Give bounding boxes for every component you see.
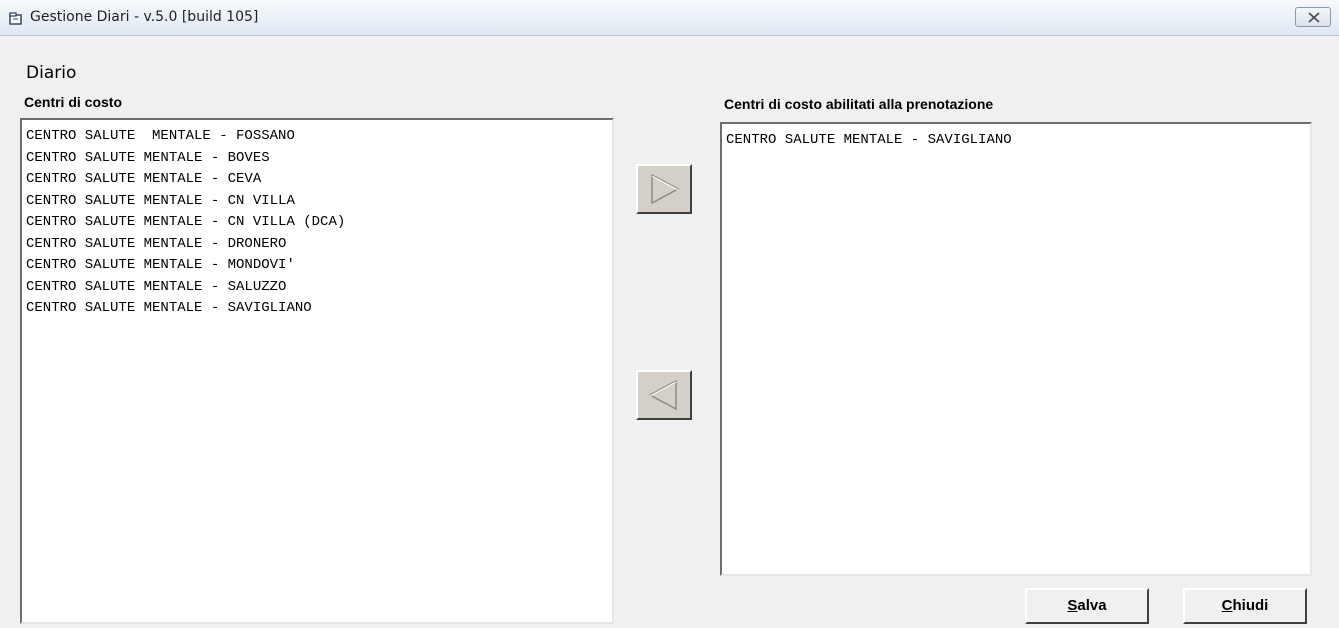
list-item[interactable]: CENTRO SALUTE MENTALE - CN VILLA: [26, 191, 612, 213]
close-mnemonic: C: [1221, 597, 1233, 614]
window-title: Gestione Diari - v.5.0 [build 105]: [30, 9, 259, 25]
window-close-button[interactable]: [1295, 7, 1331, 27]
list-item[interactable]: CENTRO SALUTE MENTALE - CEVA: [26, 169, 612, 191]
list-item[interactable]: CENTRO SALUTE MENTALE - SAVIGLIANO: [26, 298, 612, 320]
cost-centers-listbox[interactable]: CENTRO SALUTE MENTALE - FOSSANO CENTRO S…: [20, 118, 614, 624]
title-bar[interactable]: Gestione Diari - v.5.0 [build 105]: [0, 0, 1339, 36]
close-button[interactable]: Chiudi: [1183, 588, 1307, 624]
cost-centers-label: Centri di costo: [24, 94, 123, 110]
list-item[interactable]: CENTRO SALUTE MENTALE - SALUZZO: [26, 277, 612, 299]
close-label-rest: hiudi: [1232, 597, 1269, 614]
app-window: Gestione Diari - v.5.0 [build 105] Diari…: [0, 0, 1339, 628]
triangle-left-icon: [648, 379, 677, 411]
triangle-right-icon: [651, 173, 680, 205]
cost-centers-list: CENTRO SALUTE MENTALE - FOSSANO CENTRO S…: [22, 120, 612, 320]
remove-from-enabled-button[interactable]: [636, 370, 692, 420]
client-area: Diario Centri di costo CENTRO SALUTE MEN…: [0, 36, 1339, 628]
enabled-cost-centers-listbox[interactable]: CENTRO SALUTE MENTALE - SAVIGLIANO: [720, 122, 1312, 576]
list-item[interactable]: CENTRO SALUTE MENTALE - BOVES: [26, 148, 612, 170]
list-item[interactable]: CENTRO SALUTE MENTALE - DRONERO: [26, 234, 612, 256]
add-to-enabled-button[interactable]: [636, 164, 692, 214]
list-item[interactable]: CENTRO SALUTE MENTALE - MONDOVI': [26, 255, 612, 277]
list-item[interactable]: CENTRO SALUTE MENTALE - CN VILLA (DCA): [26, 212, 612, 234]
close-icon: [1308, 12, 1320, 23]
list-item[interactable]: CENTRO SALUTE MENTALE - SAVIGLIANO: [726, 130, 1310, 152]
save-mnemonic: S: [1067, 597, 1078, 614]
app-icon: [9, 10, 23, 25]
list-item[interactable]: CENTRO SALUTE MENTALE - FOSSANO: [26, 126, 612, 148]
enabled-cost-centers-label: Centri di costo abilitati alla prenotazi…: [724, 96, 994, 112]
enabled-cost-centers-list: CENTRO SALUTE MENTALE - SAVIGLIANO: [722, 124, 1310, 152]
save-button[interactable]: Salva: [1025, 588, 1149, 624]
save-label-rest: alva: [1077, 597, 1107, 614]
section-title: Diario: [26, 63, 77, 83]
